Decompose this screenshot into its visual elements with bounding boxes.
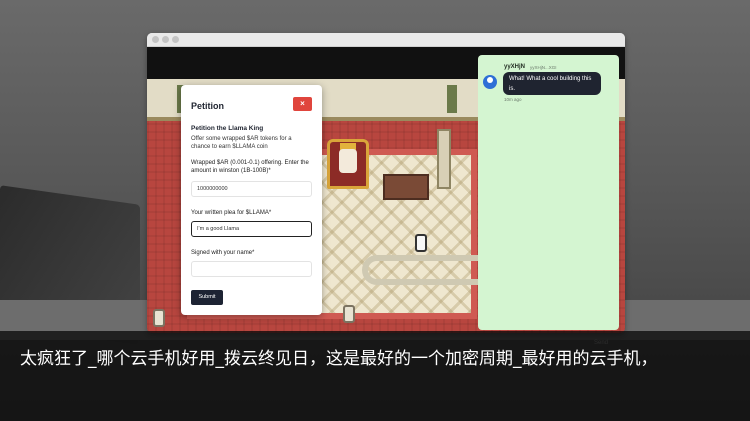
llama-player-sprite[interactable] bbox=[415, 234, 427, 252]
desk bbox=[383, 174, 429, 200]
statue-sprite bbox=[343, 305, 355, 323]
chat-timestamp: 10m ago bbox=[504, 97, 522, 102]
close-button[interactable]: × bbox=[293, 97, 312, 111]
chat-panel: yyXHjN yyXHjN...XGI What! What a cool bu… bbox=[478, 55, 619, 330]
signature-label: Signed with your name* bbox=[191, 250, 255, 256]
window-dot-minimize[interactable] bbox=[162, 36, 169, 43]
plea-input[interactable]: I'm a good Llama bbox=[191, 221, 312, 237]
pillar bbox=[437, 129, 451, 189]
chat-message: What! What a cool building this is. bbox=[503, 72, 601, 95]
petition-description: Offer some wrapped $AR tokens for a chan… bbox=[191, 136, 292, 150]
stair-railing bbox=[362, 255, 487, 285]
statue-sprite bbox=[153, 309, 165, 327]
plea-label: Your written plea for $LLAMA* bbox=[191, 210, 272, 216]
offering-input[interactable]: 1000000000 bbox=[191, 181, 312, 197]
browser-titlebar bbox=[147, 33, 625, 47]
chat-username: yyXHjN bbox=[504, 64, 526, 70]
chat-address: yyXHjN...XGI bbox=[530, 65, 557, 70]
close-icon: × bbox=[300, 99, 305, 108]
window-dot-close[interactable] bbox=[152, 36, 159, 43]
user-avatar-icon bbox=[483, 75, 497, 89]
video-subtitle: 太疯狂了_哪个云手机好用_拨云终见日，这是最好的一个加密周期_最好用的云手机， bbox=[20, 349, 658, 369]
signature-input[interactable] bbox=[191, 261, 312, 277]
petition-modal: Petition × Petition the Llama King Offer… bbox=[181, 85, 322, 315]
submit-button[interactable]: Submit bbox=[191, 290, 223, 305]
window-dot-maximize[interactable] bbox=[172, 36, 179, 43]
offering-label: Wrapped $AR (0.001-0.1) offering. Enter … bbox=[191, 160, 309, 174]
petition-heading: Petition the Llama King bbox=[191, 125, 264, 132]
llama-king-sprite[interactable] bbox=[339, 149, 357, 173]
modal-title: Petition bbox=[191, 101, 224, 111]
wall-ornament bbox=[447, 85, 457, 113]
